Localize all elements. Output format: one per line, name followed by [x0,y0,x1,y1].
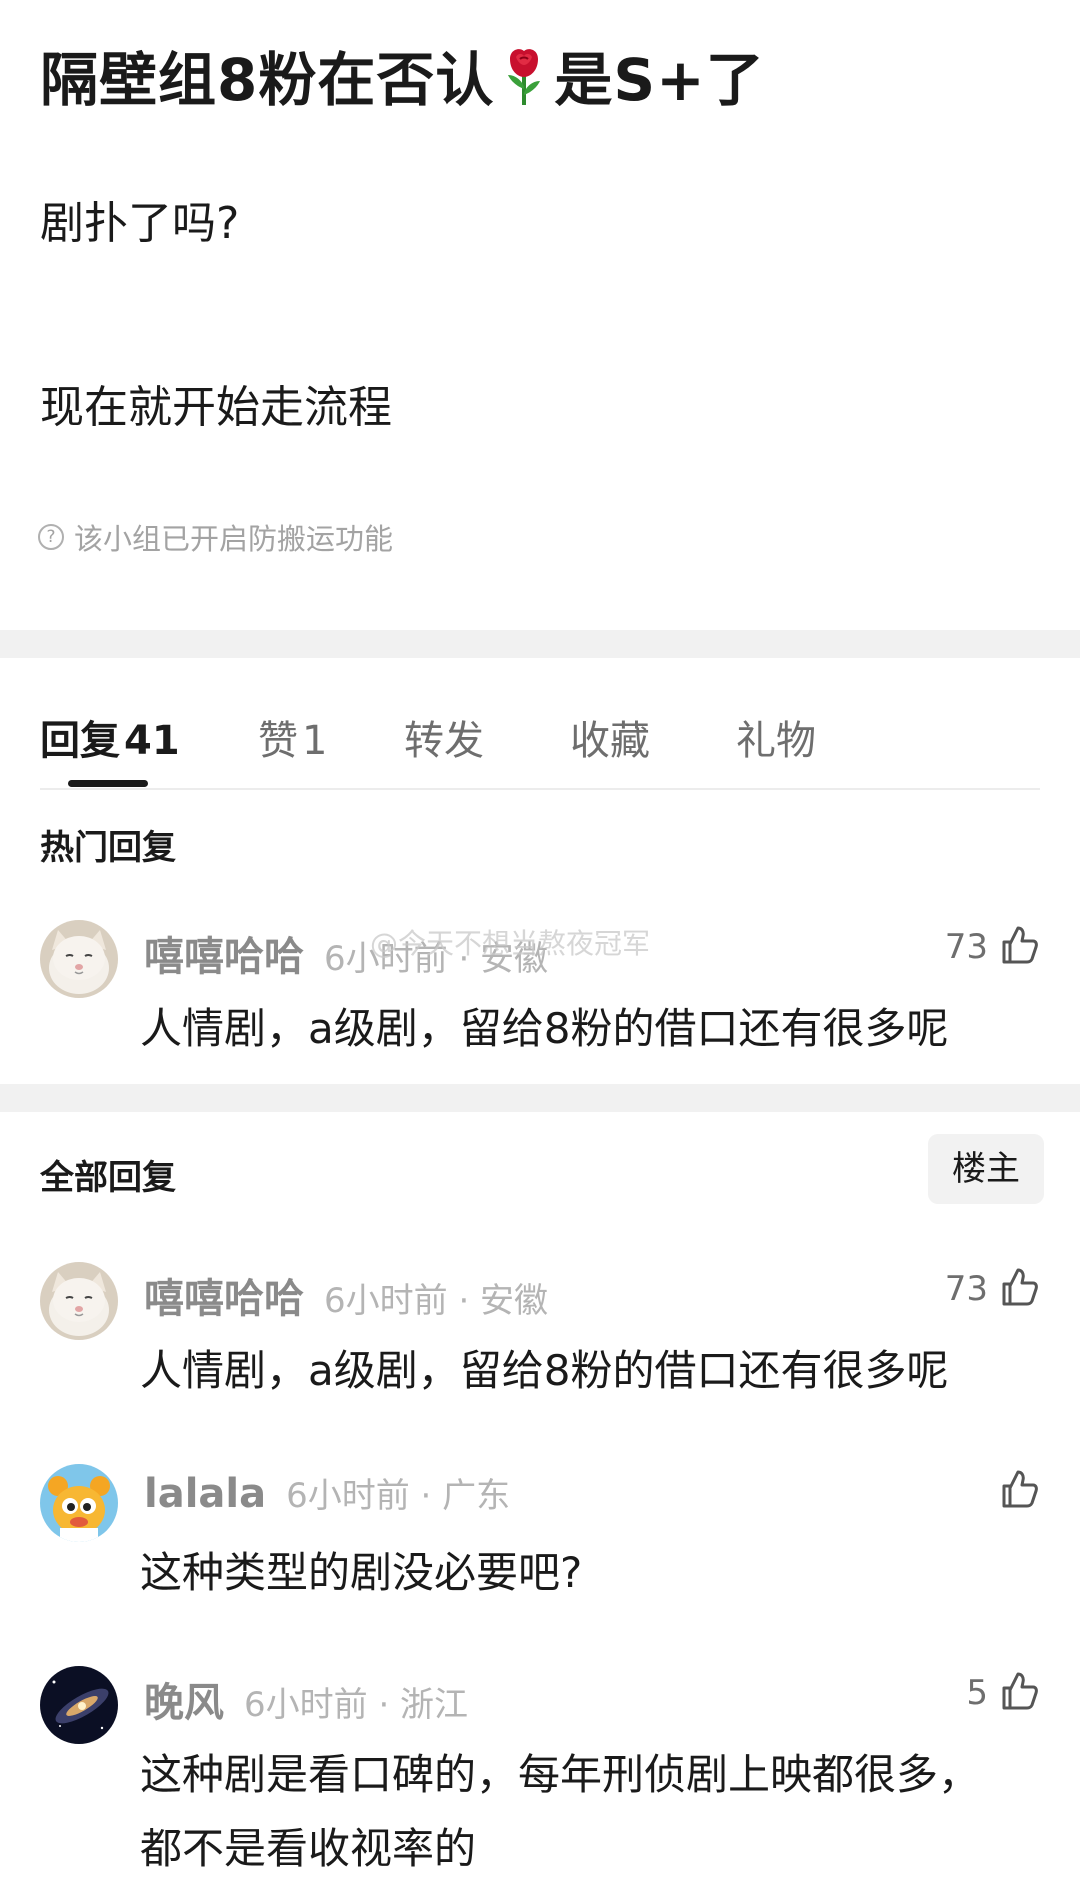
tab-label: 转发 [404,718,484,764]
comment-meta: 嘻嘻哈哈 6小时前 · 安徽 [144,1266,548,1324]
tab-label: 赞 [258,718,298,764]
post-body-line: 现在就开始走流程 [40,382,392,433]
thumbs-up-icon [998,924,1040,970]
comment-username[interactable]: 嘻嘻哈哈 [144,924,304,982]
like-count: 73 [944,927,988,967]
tab-gift[interactable]: 礼物 [736,708,816,766]
comment-text: 人情剧，a级剧，留给8粉的借口还有很多呢 [140,1346,949,1395]
avatar[interactable] [40,1666,118,1744]
tab-repost[interactable]: 转发 [404,708,484,766]
rose-icon [502,45,546,123]
tab-likes[interactable]: 赞1 [258,708,327,766]
tab-replies[interactable]: 回复 41 [40,708,180,766]
anti-repost-notice-text: 该小组已开启防搬运功能 [74,522,394,556]
comment-text: 这种类型的剧没必要吧? [140,1548,583,1597]
question-circle-icon: ? [38,524,64,550]
section-divider [0,630,1080,658]
section-divider [0,1084,1080,1112]
tab-label: 礼物 [736,718,816,764]
tab-label: 收藏 [570,718,650,764]
post-title-text: 隔壁组8粉在否认 [40,46,495,114]
comment-username[interactable]: 嘻嘻哈哈 [144,1266,304,1324]
like-button[interactable]: 73 [945,1266,1040,1312]
post-body-line: 剧扑了吗? [40,198,240,249]
watermark: @今天不想当熬夜冠军 [370,927,651,960]
tab-label: 回复 [40,718,120,764]
post-title: 隔壁组8粉在否认 是S+了 [40,44,765,123]
like-button[interactable] [998,1468,1040,1514]
comment-text: 这种剧是看口碑的，每年刑侦剧上映都很多，都不是看收视率的 [140,1750,981,1873]
tab-favorite[interactable]: 收藏 [570,708,650,766]
comment-time-location: 6小时前 · 安徽 [324,1281,549,1321]
avatar[interactable] [40,1262,118,1340]
thumbs-up-icon [998,1266,1040,1312]
tab-count: 1 [302,718,328,764]
comment-meta: 晚风 6小时前 · 浙江 [144,1670,468,1728]
like-button[interactable]: 5 [966,1670,1040,1716]
avatar[interactable] [40,920,118,998]
tabs-divider [40,788,1040,790]
interaction-tabs: 回复 41 赞1 转发 收藏 礼物 [0,658,1080,788]
comment-username[interactable]: lalala [144,1471,266,1517]
all-replies-title: 全部回复 [40,1158,176,1198]
op-only-filter-button[interactable]: 楼主 [928,1134,1044,1204]
comment-time-location: 6小时前 · 浙江 [244,1685,469,1725]
thumbs-up-icon [998,1670,1040,1716]
comment-username[interactable]: 晚风 [144,1670,224,1728]
tab-count: 41 [124,718,180,764]
comment-time-location: 6小时前 · 广东 [286,1476,511,1516]
thumbs-up-icon [998,1468,1040,1514]
like-button[interactable]: 73 [945,924,1040,970]
comment-meta: lalala 6小时前 · 广东 [144,1468,510,1517]
avatar[interactable] [40,1464,118,1542]
like-count: 5 [966,1673,988,1713]
like-count: 73 [944,1269,988,1309]
comment-text: 人情剧，a级剧，留给8粉的借口还有很多呢 [140,1004,949,1053]
hot-replies-title: 热门回复 [40,828,176,868]
active-tab-indicator [68,780,148,787]
post-title-text-2: 是S+了 [554,46,765,114]
post-content: 隔壁组8粉在否认 是S+了 剧扑了吗? 现在就开始走流程 ? 该小组已开启防搬运… [0,0,1080,630]
anti-repost-notice[interactable]: ? 该小组已开启防搬运功能 [38,516,393,558]
